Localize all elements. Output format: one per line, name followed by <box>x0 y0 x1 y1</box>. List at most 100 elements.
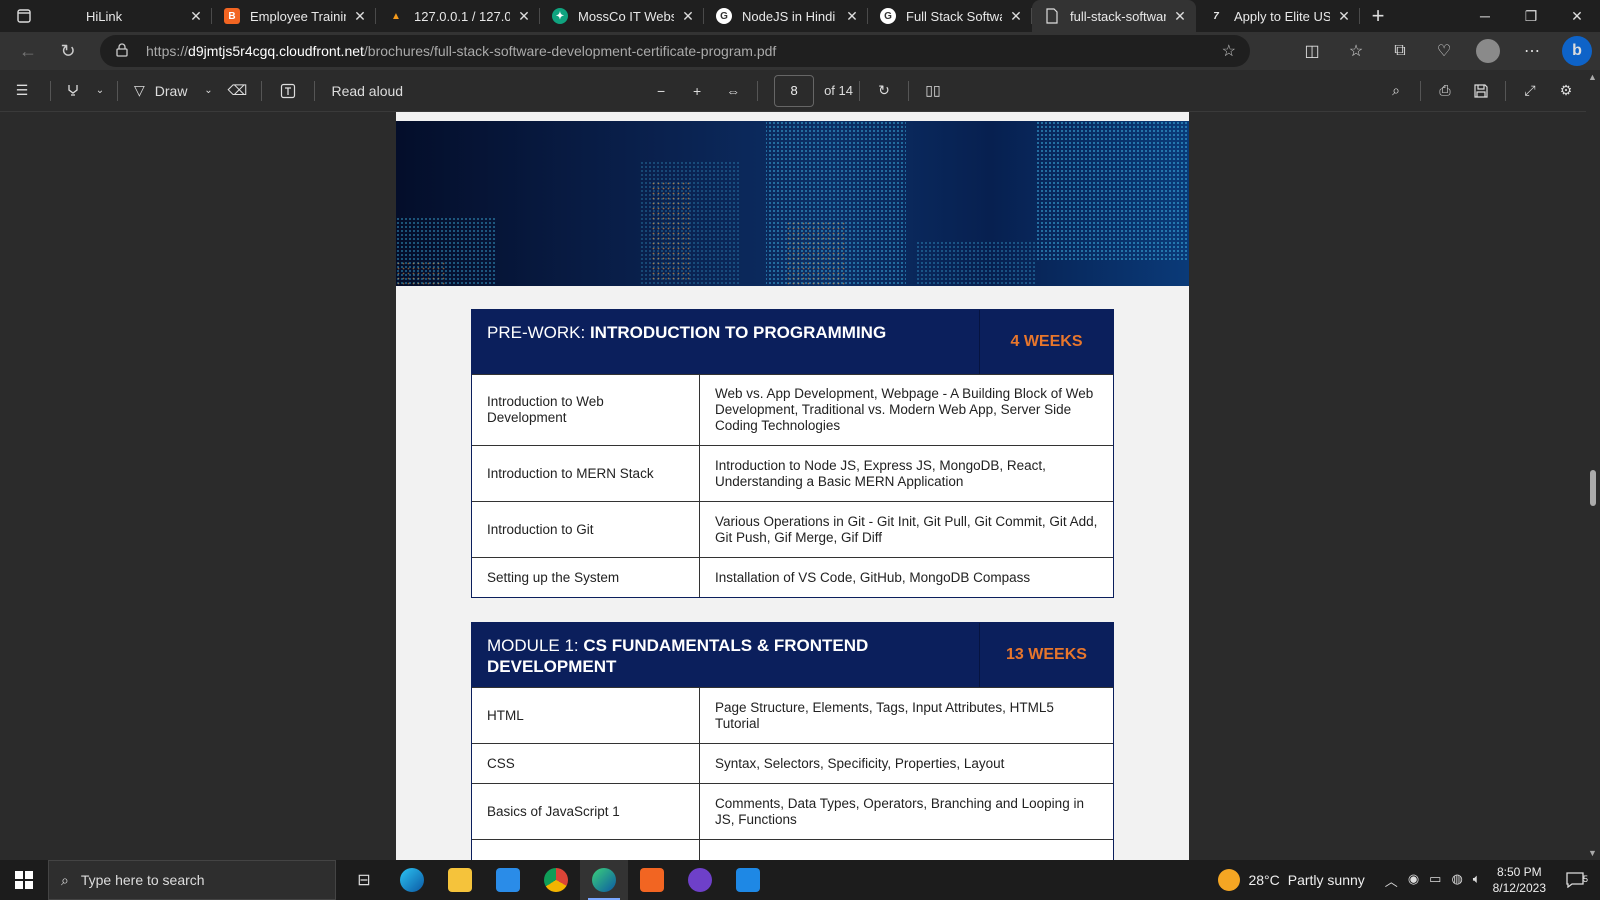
page-number-input[interactable]: 8 <box>774 74 815 107</box>
search-icon[interactable]: ⌕ <box>1378 75 1414 107</box>
browser-essentials-icon[interactable]: ♡ <box>1422 35 1466 67</box>
table-row: Basics of JavaScript 1 Comments, Data Ty… <box>472 783 1113 839</box>
scrollbar-thumb[interactable] <box>1590 470 1596 506</box>
vertical-scrollbar[interactable]: ▲ ▼ <box>1586 70 1600 860</box>
lock-icon[interactable] <box>116 42 132 60</box>
browser-tab[interactable]: HiLink ✕ <box>48 0 212 32</box>
fit-to-width-icon[interactable]: ⇔ <box>715 75 751 107</box>
favorites-icon[interactable]: ☆ <box>1334 35 1378 67</box>
print-icon[interactable]: ⎙ <box>1427 75 1463 107</box>
save-icon[interactable] <box>1463 75 1499 107</box>
fullscreen-icon[interactable]: ⤢ <box>1512 75 1548 107</box>
section-title: MODULE 1: CS FUNDAMENTALS & FRONTEND DEV… <box>472 623 979 687</box>
new-tab-button[interactable]: + <box>1360 0 1396 32</box>
minimize-button[interactable]: ─ <box>1462 0 1508 32</box>
close-tab-icon[interactable]: ✕ <box>352 8 368 24</box>
add-text-icon[interactable] <box>268 75 308 107</box>
vscode-icon[interactable] <box>724 860 772 900</box>
browser-tab-active[interactable]: full-stack-software- ✕ <box>1032 0 1196 32</box>
favorite-star-icon[interactable]: ☆ <box>1222 41 1236 61</box>
browser-tab[interactable]: ▲ 127.0.0.1 / 127.0.0.1 ✕ <box>376 0 540 32</box>
section-title: PRE-WORK: INTRODUCTION TO PROGRAMMING <box>472 310 979 374</box>
zoom-out-button[interactable]: − <box>643 75 679 107</box>
draw-button[interactable]: ▽ Draw <box>124 75 197 107</box>
chevron-down-icon[interactable]: ⌄ <box>89 75 111 107</box>
mail-icon[interactable] <box>484 860 532 900</box>
table-of-contents-icon[interactable]: ☰ <box>0 75 44 107</box>
profile-avatar[interactable] <box>1476 39 1500 63</box>
file-explorer-icon[interactable] <box>436 860 484 900</box>
chrome-icon[interactable] <box>532 860 580 900</box>
close-tab-icon[interactable]: ✕ <box>188 8 204 24</box>
browser-tab[interactable]: B Employee Training ✕ <box>212 0 376 32</box>
start-button[interactable] <box>0 860 48 900</box>
highlight-icon[interactable] <box>57 75 89 107</box>
close-tab-icon[interactable]: ✕ <box>1008 8 1024 24</box>
details-cell: Installation of VS Code, GitHub, MongoDB… <box>715 569 1031 585</box>
details-cell: Page Structure, Elements, Tags, Input At… <box>715 699 1054 731</box>
page-total-label: of 14 <box>824 83 853 98</box>
split-screen-icon[interactable]: ◫ <box>1290 35 1334 67</box>
topic-cell <box>472 840 700 860</box>
pdf-viewer[interactable]: PRE-WORK: INTRODUCTION TO PROGRAMMING 4 … <box>0 112 1586 860</box>
close-tab-icon[interactable]: ✕ <box>516 8 532 24</box>
tab-actions-menu-icon[interactable] <box>0 0 48 32</box>
weather-temp: 28°C <box>1248 872 1280 888</box>
browser-tab[interactable]: G Full Stack Software ✕ <box>868 0 1032 32</box>
meet-now-icon[interactable]: ◉ <box>1408 871 1419 890</box>
details-cell: Various Operations in Git - Git Init, Gi… <box>715 513 1098 545</box>
details-cell: Introduction to Node JS, Express JS, Mon… <box>715 457 1046 489</box>
restore-button[interactable]: ❐ <box>1508 0 1554 32</box>
github-desktop-icon[interactable] <box>676 860 724 900</box>
settings-gear-icon[interactable]: ⚙ <box>1548 75 1584 107</box>
rotate-icon[interactable]: ↻ <box>866 75 902 107</box>
scroll-down-arrow-icon[interactable]: ▼ <box>1588 848 1597 858</box>
battery-icon[interactable]: ▭ <box>1429 871 1441 890</box>
notification-center-icon[interactable]: 5 <box>1560 872 1590 888</box>
close-tab-icon[interactable]: ✕ <box>844 8 860 24</box>
address-bar[interactable]: https:// d9jmtjs5r4cgq.cloudfront.net /b… <box>100 35 1250 67</box>
tab-title: full-stack-software- <box>1070 8 1166 24</box>
taskbar-search-box[interactable]: ⌕ Type here to search <box>48 860 336 900</box>
show-hidden-icons-chevron-icon[interactable]: ︿ <box>1385 871 1398 890</box>
zoom-in-button[interactable]: + <box>679 75 715 107</box>
browser-tab[interactable]: G NodeJS in Hindi - C ✕ <box>704 0 868 32</box>
section-title-prefix: PRE-WORK: <box>487 323 590 342</box>
section-title-prefix: MODULE 1: <box>487 636 584 655</box>
close-tab-icon[interactable]: ✕ <box>680 8 696 24</box>
edge-icon[interactable] <box>388 860 436 900</box>
browser-tab[interactable]: ✦ MossCo IT Website ✕ <box>540 0 704 32</box>
browser-tab-bar: HiLink ✕ B Employee Training ✕ ▲ 127.0.0… <box>0 0 1600 32</box>
topic-cell: CSS <box>472 744 700 783</box>
bing-copilot-icon[interactable]: b <box>1562 36 1592 66</box>
task-view-icon[interactable]: ⊟ <box>340 860 388 900</box>
network-globe-icon[interactable]: ◍ <box>1451 871 1462 890</box>
details-cell: Syntax, Selectors, Specificity, Properti… <box>715 755 1005 771</box>
collections-icon[interactable]: ⧉ <box>1378 35 1422 67</box>
xampp-icon[interactable] <box>628 860 676 900</box>
table-row: Setting up the System Installation of VS… <box>472 557 1113 597</box>
toolbar-divider <box>314 80 316 101</box>
browser-tab[interactable]: 7 Apply to Elite US Re ✕ <box>1196 0 1360 32</box>
eraser-icon[interactable]: ⌫ <box>219 75 255 107</box>
more-options-icon[interactable]: ⋯ <box>1510 35 1554 67</box>
scroll-up-arrow-icon[interactable]: ▲ <box>1588 72 1597 82</box>
section-header: PRE-WORK: INTRODUCTION TO PROGRAMMING 4 … <box>472 310 1113 374</box>
back-button[interactable]: ← <box>8 35 48 67</box>
refresh-button[interactable]: ↻ <box>48 35 88 67</box>
close-window-button[interactable]: ✕ <box>1554 0 1600 32</box>
chevron-down-icon[interactable]: ⌄ <box>197 75 219 107</box>
weather-widget[interactable]: 28°C Partly sunny <box>1218 869 1365 891</box>
close-tab-icon[interactable]: ✕ <box>1172 8 1188 24</box>
edge-dev-icon[interactable] <box>580 860 628 900</box>
toolbar-divider <box>1420 80 1421 101</box>
clock[interactable]: 8:50 PM 8/12/2023 <box>1493 864 1546 896</box>
close-tab-icon[interactable]: ✕ <box>1336 8 1352 24</box>
volume-icon[interactable]: 🔈︎ <box>1473 871 1481 890</box>
read-aloud-button[interactable]: Read aloud <box>321 75 413 107</box>
tab-title: MossCo IT Website <box>578 8 674 24</box>
page-view-icon[interactable]: ▯▯ <box>915 75 951 107</box>
table-row: HTML Page Structure, Elements, Tags, Inp… <box>472 687 1113 743</box>
tab-title: Employee Training <box>250 8 346 24</box>
windows-taskbar: ⌕ Type here to search ⊟ 28°C Partly sunn… <box>0 860 1600 900</box>
